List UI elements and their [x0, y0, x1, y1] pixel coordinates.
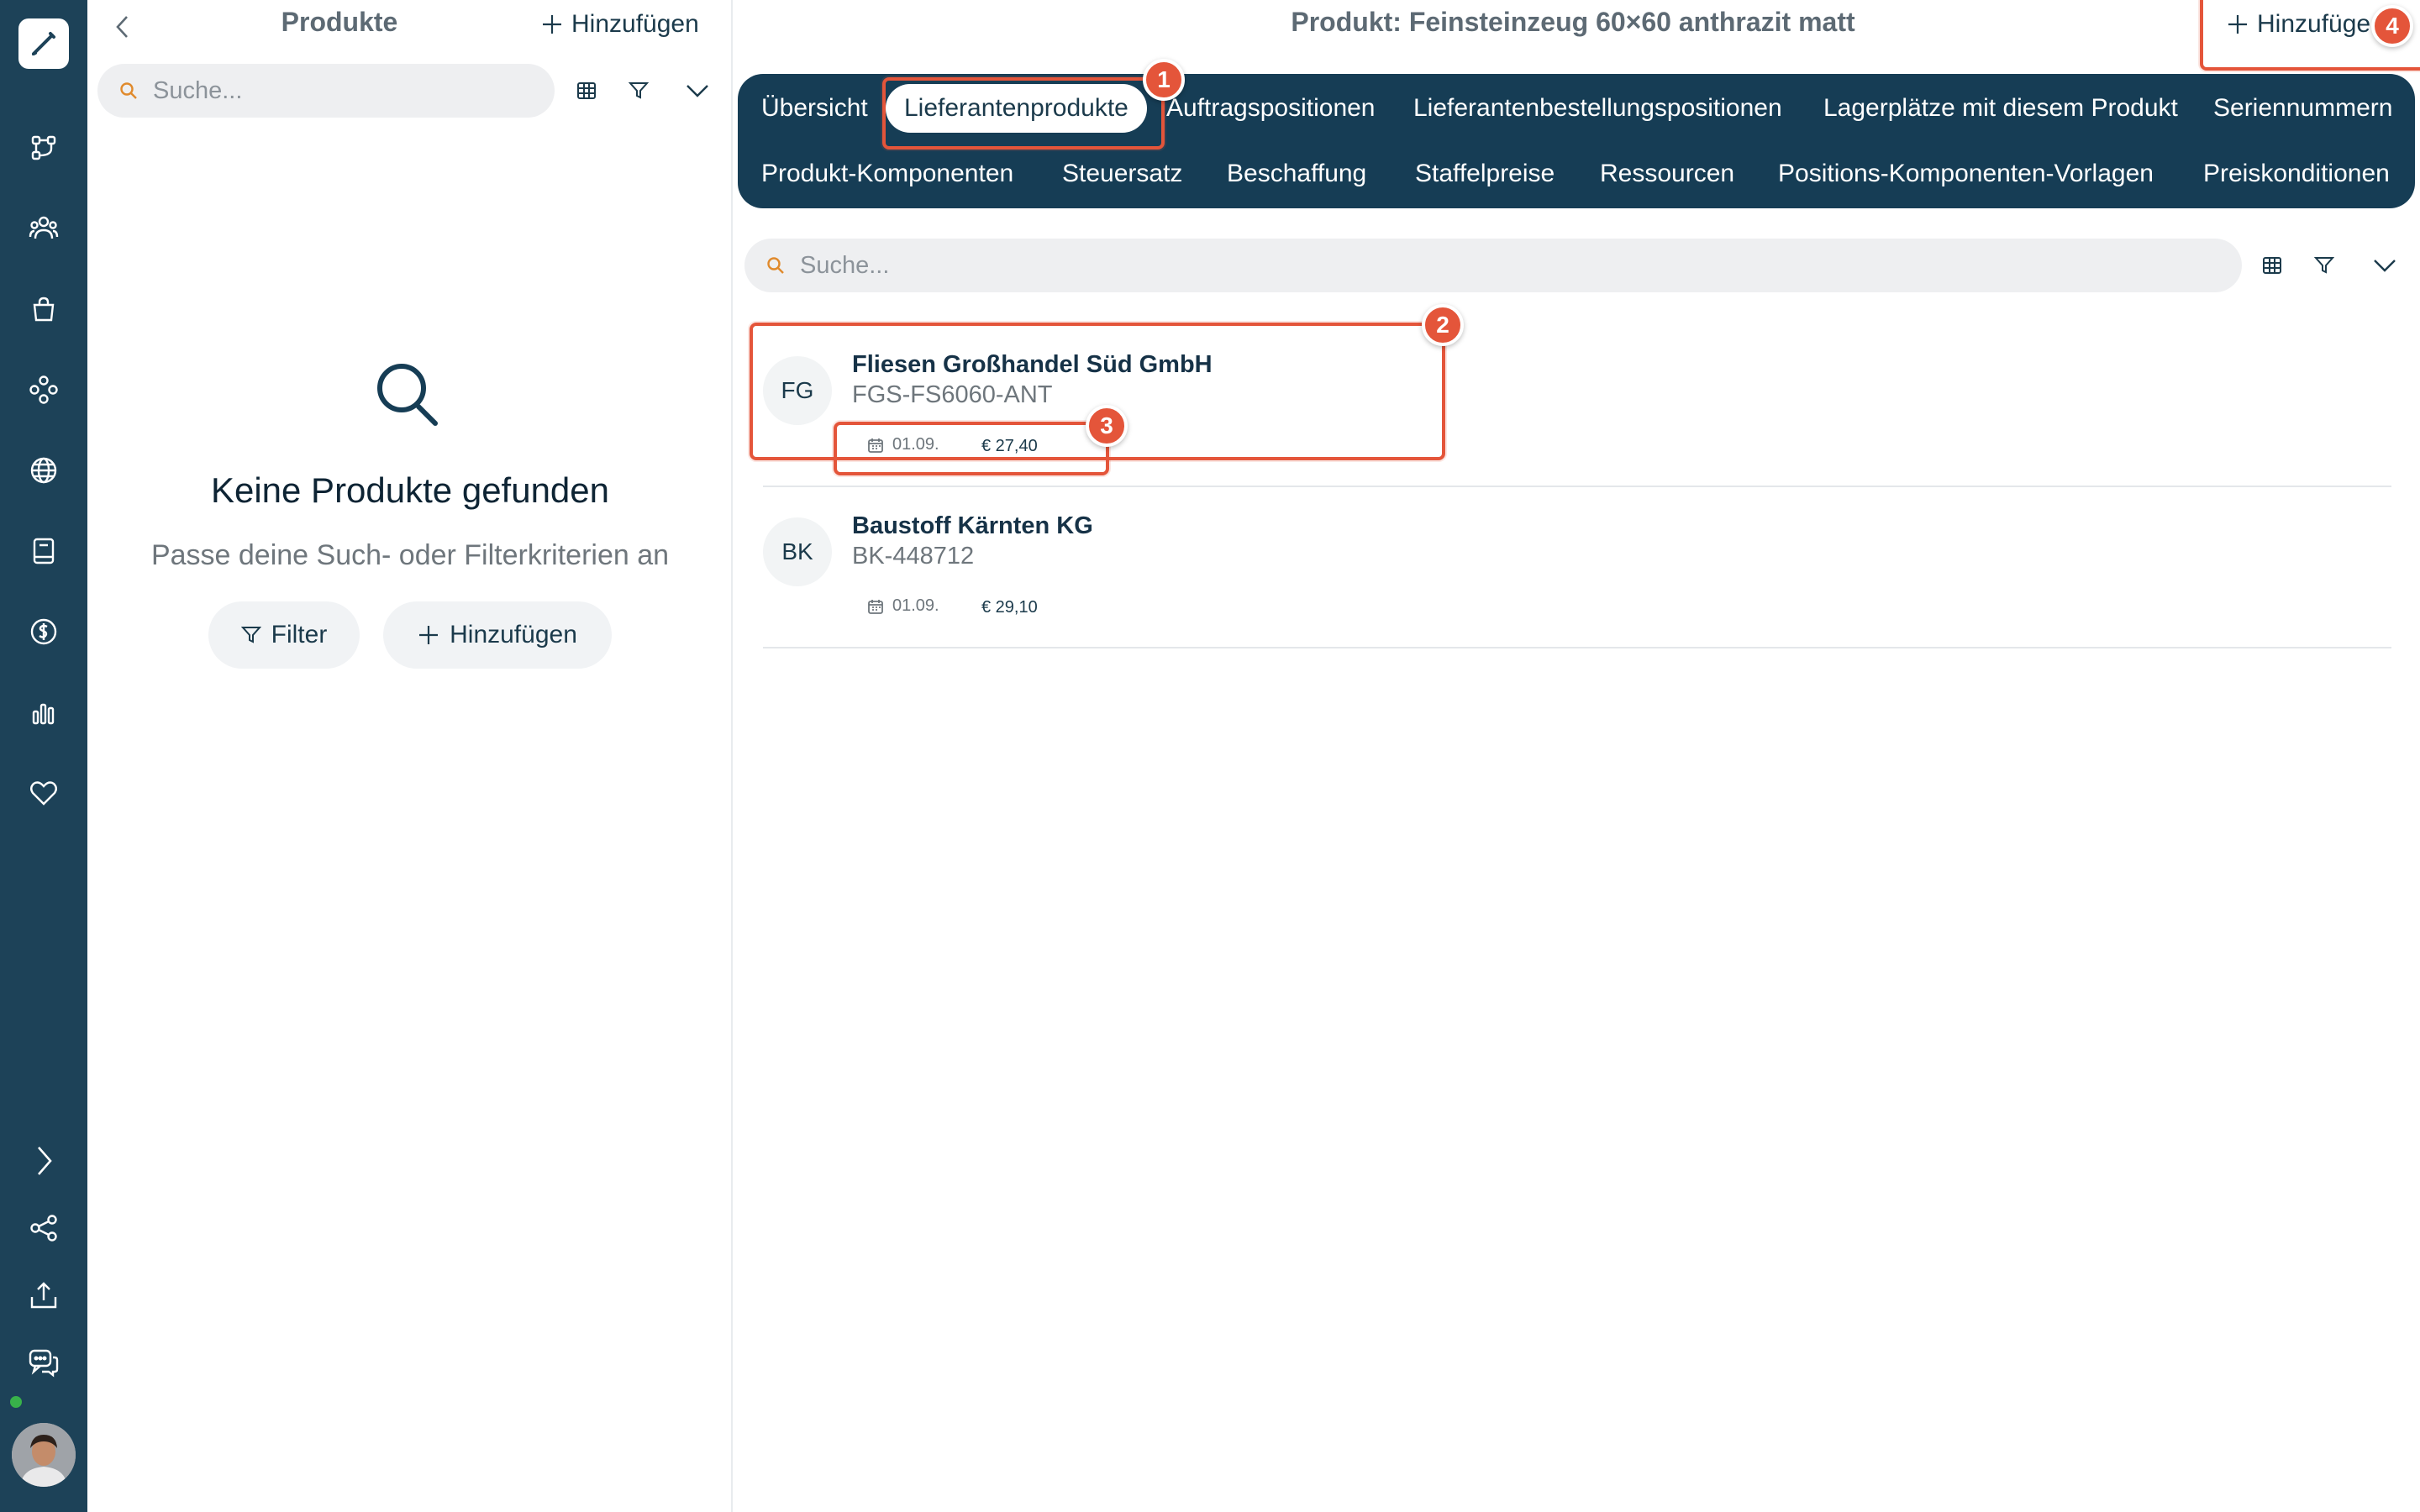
tab-seriennummern[interactable]: Seriennummern: [2213, 84, 2392, 133]
highlight-date-price: [834, 422, 1109, 475]
calendar-icon: [868, 599, 883, 614]
tab-beschaffung[interactable]: Beschaffung: [1227, 150, 1366, 198]
tab-lieferantenbestellungspositionen[interactable]: Lieferantenbestellungspositionen: [1413, 84, 1782, 133]
bar-chart-icon[interactable]: [22, 690, 66, 734]
supplier-initials-avatar: BK: [763, 517, 832, 586]
row-date-label: 01.09.: [892, 596, 939, 615]
tab-ressourcen[interactable]: Ressourcen: [1600, 150, 1734, 198]
filter-button[interactable]: Filter: [208, 601, 360, 669]
tab-uebersicht[interactable]: Übersicht: [761, 84, 868, 133]
app-rail: [0, 0, 87, 1512]
tab-lagerplaetze[interactable]: Lagerplätze mit diesem Produkt: [1823, 84, 2178, 133]
share-icon[interactable]: [22, 1206, 66, 1250]
add-product-button[interactable]: Hinzufügen: [541, 10, 699, 39]
online-status-dot: [8, 1394, 24, 1410]
step-badge-3: 3: [1086, 405, 1128, 447]
components-icon[interactable]: [22, 368, 66, 412]
empty-add-button[interactable]: Hinzufügen: [383, 601, 612, 669]
products-search[interactable]: [97, 64, 555, 118]
chevron-down-icon[interactable]: [2366, 247, 2403, 284]
filter-button-label: Filter: [271, 621, 328, 648]
tab-auftragspositionen[interactable]: Auftragspositionen: [1166, 84, 1376, 133]
heart-icon[interactable]: [22, 771, 66, 815]
step-badge-4: 4: [2371, 5, 2413, 47]
products-search-input[interactable]: [153, 76, 502, 105]
tab-staffelpreise[interactable]: Staffelpreise: [1415, 150, 1555, 198]
chat-icon[interactable]: [22, 1341, 66, 1384]
panel-title: Produkte: [281, 7, 398, 37]
users-icon[interactable]: [22, 207, 66, 250]
tab-preiskonditionen[interactable]: Preiskonditionen: [2203, 150, 2390, 198]
supplier-products-search-input[interactable]: [800, 251, 1981, 280]
add-product-label: Hinzufügen: [571, 10, 699, 38]
empty-search-icon: [375, 361, 440, 428]
dollar-icon[interactable]: [22, 610, 66, 654]
chevron-right-icon[interactable]: [22, 1139, 66, 1183]
supplier-products-search[interactable]: [744, 239, 2242, 292]
supplier-name: Baustoff Kärnten KG: [852, 512, 1093, 539]
table-view-icon[interactable]: [568, 72, 605, 109]
step-badge-2: 2: [1422, 304, 1464, 346]
flow-icon[interactable]: [22, 126, 66, 170]
shopping-bag-icon[interactable]: [22, 287, 66, 331]
empty-state-subtitle: Passe deine Such- oder Filterkriterien a…: [150, 539, 670, 571]
row-date: 01.09.: [867, 596, 939, 616]
page-title: Produkt: Feinsteinzeug 60×60 anthrazit m…: [1291, 7, 1855, 37]
app-logo[interactable]: [18, 18, 69, 69]
plus-icon: [543, 15, 561, 34]
empty-add-label: Hinzufügen: [450, 621, 577, 648]
tab-positions-komponenten-vorlagen[interactable]: Positions-Komponenten-Vorlagen: [1778, 150, 2154, 198]
brush-logo-icon: [32, 32, 55, 55]
empty-state-title: Keine Produkte gefunden: [210, 470, 610, 510]
search-icon: [767, 257, 784, 274]
products-panel: Produkte Hinzufügen Keine Produkte gefun…: [87, 0, 733, 1512]
filter-icon[interactable]: [620, 72, 657, 109]
supplier-product-code: BK-448712: [852, 543, 975, 570]
search-icon: [120, 82, 137, 99]
tab-steuersatz[interactable]: Steuersatz: [1062, 150, 1182, 198]
globe-icon[interactable]: [22, 449, 66, 492]
row-price: € 29,10: [981, 598, 1038, 617]
filter-icon: [240, 627, 261, 643]
book-icon[interactable]: [22, 529, 66, 573]
table-view-icon[interactable]: [2254, 247, 2291, 284]
highlight-tab: [882, 77, 1165, 150]
user-avatar[interactable]: [12, 1423, 76, 1487]
tab-produkt-komponenten[interactable]: Produkt-Komponenten: [761, 150, 1013, 198]
chevron-down-icon[interactable]: [679, 72, 716, 109]
supplier-product-row[interactable]: BK Baustoff Kärnten KG BK-448712 01.09. …: [763, 489, 2391, 648]
plus-icon: [419, 626, 439, 644]
upload-icon[interactable]: [22, 1273, 66, 1317]
step-badge-1: 1: [1143, 59, 1185, 101]
filter-icon[interactable]: [2306, 247, 2343, 284]
